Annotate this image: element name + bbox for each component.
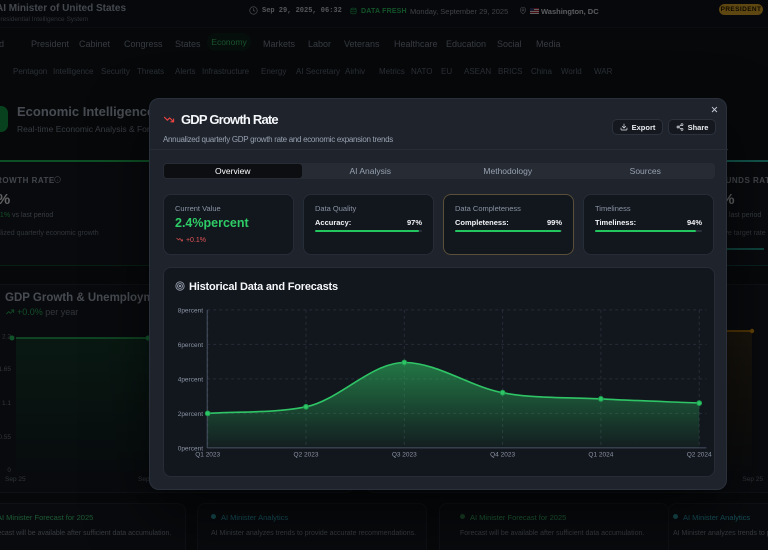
svg-text:6percent: 6percent bbox=[178, 342, 203, 349]
svg-text:4percent: 4percent bbox=[178, 376, 203, 383]
svg-text:Q1 2023: Q1 2023 bbox=[195, 452, 220, 459]
svg-text:Q3 2023: Q3 2023 bbox=[392, 452, 417, 459]
svg-text:Q2 2024: Q2 2024 bbox=[687, 452, 712, 459]
svg-text:Q4 2023: Q4 2023 bbox=[490, 452, 515, 459]
svg-text:Q2 2023: Q2 2023 bbox=[294, 452, 319, 459]
svg-text:8percent: 8percent bbox=[178, 307, 203, 314]
svg-text:Q1 2024: Q1 2024 bbox=[588, 452, 613, 459]
svg-text:2percent: 2percent bbox=[178, 411, 203, 418]
